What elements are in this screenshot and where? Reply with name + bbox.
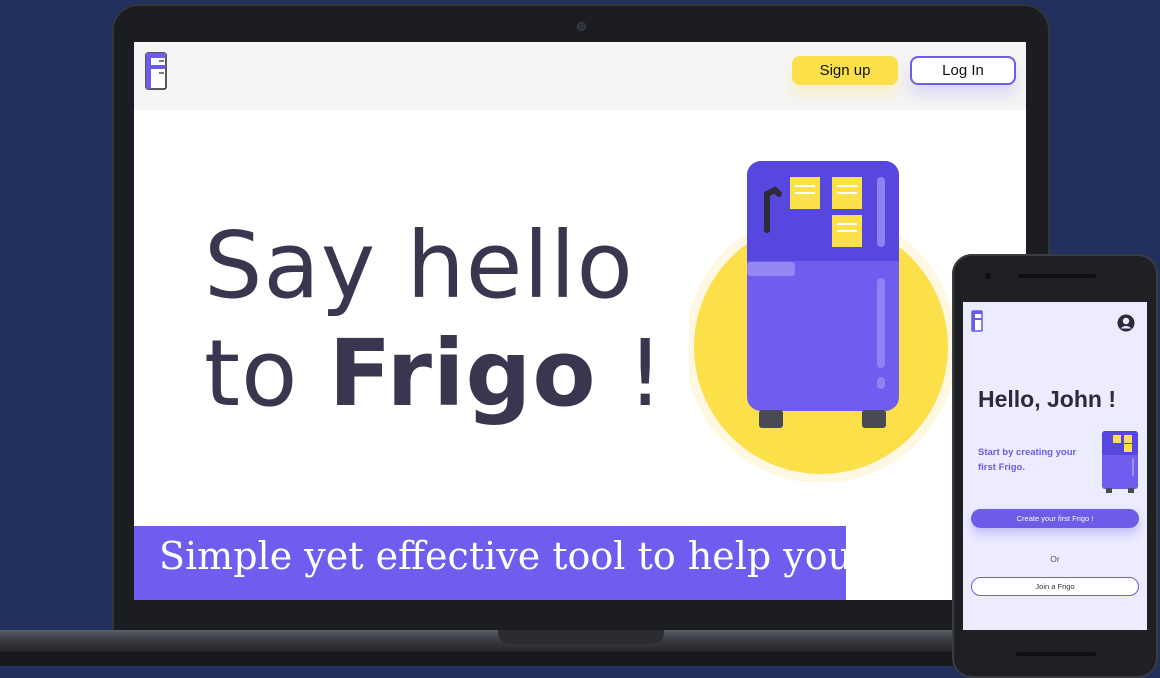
laptop-screen: Sign up Log In Say hello to Frigo ! Simp… bbox=[134, 42, 1026, 600]
hero-title-prefix: to bbox=[204, 320, 329, 427]
hero-title-line1: Say hello bbox=[204, 212, 634, 319]
hero-title-suffix: ! bbox=[596, 320, 665, 427]
hero-title-brand: Frigo bbox=[328, 320, 597, 427]
fridge-logo-icon[interactable] bbox=[971, 310, 983, 332]
signup-button[interactable]: Sign up bbox=[792, 56, 898, 85]
laptop-base-edge bbox=[0, 652, 980, 666]
fridge-with-sticky-notes-icon bbox=[689, 161, 957, 482]
or-divider-text: Or bbox=[1050, 554, 1060, 564]
fridge-illustration-icon bbox=[1102, 431, 1138, 493]
phone-speaker bbox=[1018, 274, 1096, 278]
hero-title: Say hello to Frigo ! bbox=[204, 212, 674, 428]
create-prompt-text: Start by creating your first Frigo. bbox=[978, 447, 1077, 473]
phone-screen: Hello, John ! Start by creating your fir… bbox=[963, 302, 1147, 630]
user-avatar-icon[interactable] bbox=[1117, 314, 1135, 332]
greeting-title: Hello, John ! bbox=[978, 386, 1116, 412]
hero-title-line2: to Frigo ! bbox=[204, 320, 674, 428]
join-frigo-button[interactable]: Join a Frigo bbox=[971, 577, 1139, 596]
phone-camera bbox=[985, 273, 991, 279]
laptop-notch bbox=[498, 630, 664, 644]
site-header: Sign up Log In bbox=[134, 42, 1026, 110]
phone-home-bar bbox=[1016, 652, 1096, 656]
login-button[interactable]: Log In bbox=[910, 56, 1016, 85]
tagline-text: Simple yet effective tool to help you bbox=[159, 534, 853, 578]
fridge-logo-icon[interactable] bbox=[144, 51, 168, 91]
tagline-band: Simple yet effective tool to help you bbox=[134, 526, 852, 600]
laptop-camera bbox=[577, 22, 586, 31]
create-frigo-button[interactable]: Create your first Frigo ! bbox=[971, 509, 1139, 528]
